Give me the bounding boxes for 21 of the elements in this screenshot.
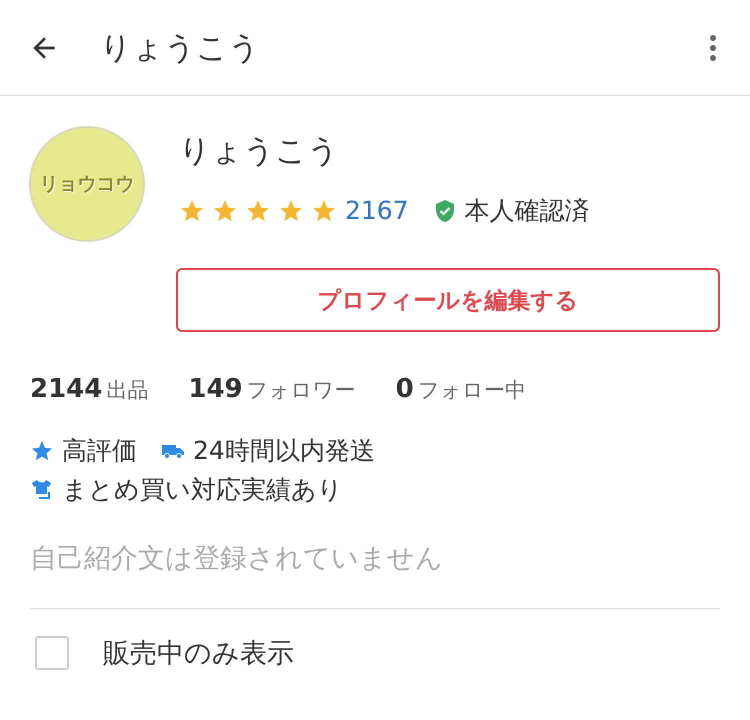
badge-label: 24時間以内発送 (193, 435, 375, 467)
badge-label: まとめ買い対応実績あり (62, 474, 343, 506)
filter-label[interactable]: 販売中のみ表示 (103, 635, 294, 671)
avatar-text: リョウコウ (40, 172, 134, 197)
stat-value[interactable]: 2144 (30, 374, 102, 404)
bio-text: 自己紹介文は登録されていません (29, 542, 444, 576)
more-options-icon[interactable] (708, 34, 718, 62)
shirt-icon (30, 478, 54, 502)
badge-label: 高評価 (62, 435, 137, 467)
checkbox[interactable] (35, 636, 69, 670)
stat-value[interactable]: 0 (396, 374, 414, 404)
stat-label[interactable]: フォロー中 (418, 376, 526, 404)
stat-label[interactable]: 出品 (106, 376, 148, 404)
edit-profile-button[interactable]: プロフィールを編集する (176, 268, 720, 332)
page-title: りょうこう (100, 28, 260, 68)
user-name: りょうこう (179, 132, 340, 171)
star-icon (30, 438, 54, 462)
stat-value[interactable]: 149 (188, 374, 243, 404)
stat-label[interactable]: フォロワー (246, 376, 356, 404)
verified-label: 本人確認済 (464, 195, 590, 227)
review-count-link[interactable]: 2167 (345, 196, 409, 225)
